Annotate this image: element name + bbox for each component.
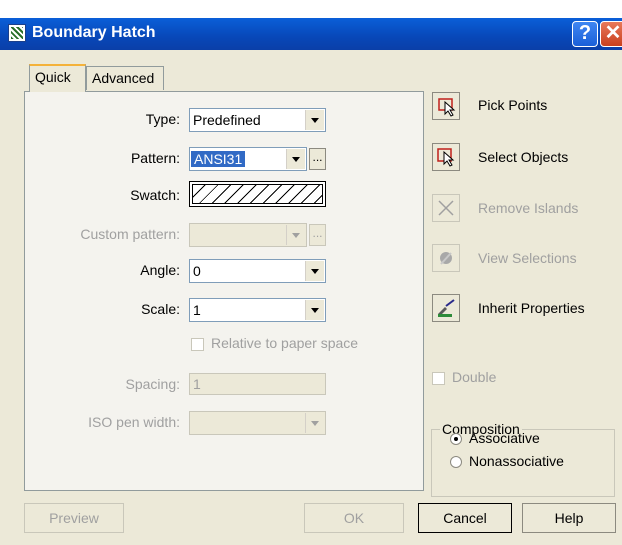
custom-pattern-browse-button[interactable]: ...: [309, 224, 326, 246]
inherit-properties-icon: [438, 299, 455, 317]
pattern-dropdown[interactable]: ANSI31: [189, 147, 307, 171]
chevron-down-icon[interactable]: [305, 261, 324, 281]
remove-islands-label[interactable]: Remove Islands: [478, 200, 578, 216]
swatch-preview[interactable]: [189, 181, 326, 207]
scale-value: 1: [193, 302, 201, 318]
hatch-pattern-preview: [192, 184, 323, 204]
boundary-hatch-dialog: Boundary Hatch ? ✕ Quick Advanced Type: …: [0, 18, 622, 545]
angle-label: Angle:: [140, 262, 180, 278]
angle-value: 0: [193, 263, 201, 279]
tab-quick[interactable]: Quick: [29, 64, 86, 92]
pattern-browse-button[interactable]: ...: [309, 148, 326, 170]
close-button[interactable]: ✕: [600, 21, 622, 47]
chevron-down-icon[interactable]: [305, 413, 324, 433]
pattern-label: Pattern:: [130, 150, 180, 166]
associative-radio[interactable]: [450, 433, 462, 445]
help-title-button[interactable]: ?: [572, 21, 598, 47]
custom-pattern-label: Custom pattern:: [80, 226, 180, 242]
view-selections-label[interactable]: View Selections: [478, 250, 577, 266]
type-label: Type:: [145, 111, 180, 127]
angle-dropdown[interactable]: 0: [189, 259, 326, 283]
chevron-down-icon[interactable]: [286, 225, 305, 245]
tab-advanced[interactable]: Advanced: [86, 66, 164, 90]
select-objects-label[interactable]: Select Objects: [478, 149, 568, 165]
remove-islands-button[interactable]: [432, 194, 460, 222]
associative-label[interactable]: Associative: [469, 430, 540, 446]
pattern-value: ANSI31: [191, 151, 246, 167]
swatch-label: Swatch:: [130, 187, 180, 203]
relative-paper-space-checkbox[interactable]: [191, 338, 204, 351]
ok-button[interactable]: OK: [304, 503, 404, 533]
type-value: Predefined: [193, 112, 261, 128]
double-label: Double: [452, 369, 497, 385]
chevron-down-icon[interactable]: [286, 149, 305, 169]
pick-points-button[interactable]: [432, 92, 460, 120]
spacing-label: Spacing:: [125, 376, 180, 392]
iso-pen-width-label: ISO pen width:: [88, 414, 180, 430]
spacing-input[interactable]: 1: [189, 373, 326, 395]
chevron-down-icon[interactable]: [305, 300, 324, 320]
nonassociative-radio[interactable]: [450, 456, 462, 468]
chevron-down-icon[interactable]: [305, 110, 324, 130]
double-checkbox[interactable]: [432, 372, 445, 385]
preview-button[interactable]: Preview: [24, 503, 124, 533]
type-dropdown[interactable]: Predefined: [189, 108, 326, 132]
select-objects-icon: [437, 148, 455, 167]
scale-dropdown[interactable]: 1: [189, 298, 326, 322]
help-button[interactable]: Help: [522, 503, 616, 533]
cancel-button[interactable]: Cancel: [418, 503, 512, 533]
select-objects-button[interactable]: [432, 143, 460, 171]
inherit-properties-label[interactable]: Inherit Properties: [478, 300, 585, 316]
pick-points-icon: [438, 98, 456, 117]
custom-pattern-dropdown[interactable]: [189, 223, 307, 247]
remove-islands-icon: [438, 200, 454, 216]
view-selections-icon: [440, 252, 452, 265]
view-selections-button[interactable]: [432, 244, 460, 272]
window-title: Boundary Hatch: [32, 24, 156, 41]
relative-paper-space-label: Relative to paper space: [211, 335, 359, 351]
title-bar[interactable]: Boundary Hatch ? ✕: [0, 18, 622, 50]
iso-pen-width-dropdown[interactable]: [189, 411, 326, 435]
inherit-properties-button[interactable]: [432, 294, 460, 322]
nonassociative-label[interactable]: Nonassociative: [469, 453, 564, 469]
hatch-app-icon: [8, 24, 26, 42]
scale-label: Scale:: [141, 301, 180, 317]
pick-points-label[interactable]: Pick Points: [478, 97, 547, 113]
